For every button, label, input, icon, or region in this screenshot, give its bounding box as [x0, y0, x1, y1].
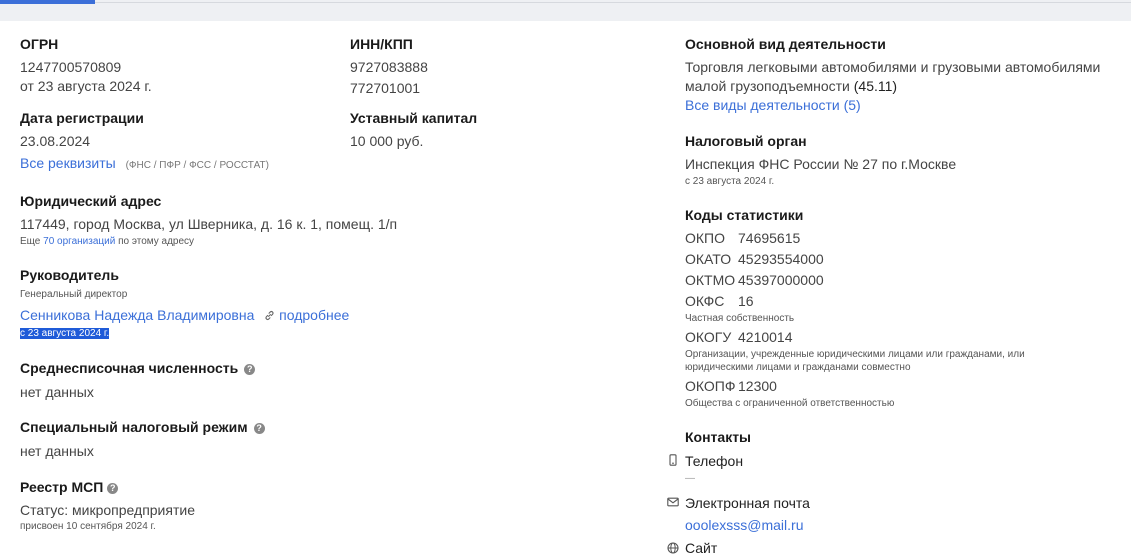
tax-office-since: с 23 августа 2024 г.	[685, 176, 775, 187]
capital-value: 10 000 руб.	[350, 133, 424, 149]
okogu-label: ОКОГУ	[685, 329, 732, 345]
okato-row: ОКАТО 45293554000	[685, 251, 824, 267]
help-icon[interactable]: ?	[244, 364, 256, 375]
active-tab-indicator	[0, 0, 95, 4]
tax-regime-title: Специальный налоговый режим?	[20, 419, 265, 435]
okopf-note: Общества с ограниченной ответственностью	[685, 398, 895, 409]
site-label: Сайт	[685, 540, 718, 556]
requisites-sources: (ФНС / ПФР / ФСС / РОССТАТ)	[125, 160, 269, 171]
phone-value: —	[685, 473, 695, 484]
okfs-value: 16	[738, 293, 754, 309]
codes-title: Коды статистики	[685, 207, 804, 223]
mail-icon	[667, 497, 679, 507]
okpo-value: 74695615	[738, 230, 801, 246]
address-value: 117449, город Москва, ул Шверника, д. 16…	[20, 216, 398, 232]
reg-date-value: 23.08.2024	[20, 133, 91, 149]
head-name-link[interactable]: Сенникова Надежда Владимировна	[20, 307, 254, 323]
inn-value: 9727083888	[350, 59, 428, 75]
head-role: Генеральный директор	[20, 289, 128, 300]
ogrn-value: 1247700570809	[20, 59, 122, 75]
okfs-note: Частная собственность	[685, 313, 795, 324]
staff-value: нет данных	[20, 384, 94, 400]
reg-date-title: Дата регистрации	[20, 110, 144, 126]
address-note: Еще 70 организаций по этому адресу	[20, 236, 195, 247]
oktmo-value: 45397000000	[738, 272, 824, 288]
okogu-note-1: Организации, учрежденные юридическими ли…	[685, 349, 1025, 360]
msp-status: Статус: микропредприятие	[20, 502, 195, 518]
okpo-row: ОКПО 74695615	[685, 230, 800, 246]
capital-title: Уставный капитал	[350, 110, 478, 126]
okfs-label: ОКФС	[685, 293, 725, 309]
ogrn-title: ОГРН	[20, 36, 59, 52]
okfs-row: ОКФС 16	[685, 293, 754, 309]
activity-code: (45.11)	[853, 78, 898, 94]
inn-title: ИНН/КПП	[350, 36, 413, 52]
okogu-note-2: юридическими лицами и гражданами совмест…	[685, 362, 911, 373]
okogu-row: ОКОГУ 4210014	[685, 329, 793, 345]
okato-value: 45293554000	[738, 251, 824, 267]
tax-office-title: Налоговый орган	[685, 133, 807, 149]
same-address-orgs-link[interactable]: 70 организаций	[43, 236, 115, 247]
msp-title: Реестр МСП?	[20, 479, 119, 495]
help-icon[interactable]: ?	[107, 483, 119, 494]
requisites-card: ОГРН 1247700570809 от 23 августа 2024 г.…	[0, 21, 1131, 558]
activity-line2: малой грузоподъемности (45.11)	[685, 78, 898, 94]
contacts-title: Контакты	[685, 429, 752, 445]
head-title: Руководитель	[20, 267, 119, 283]
kpp-value: 772701001	[350, 80, 421, 96]
head-since: с 23 августа 2024 г.	[20, 328, 110, 339]
ogrn-date: от 23 августа 2024 г.	[20, 78, 152, 94]
head-more-link[interactable]: подробнее	[264, 307, 349, 323]
all-activities-link[interactable]: Все виды деятельности (5)	[685, 97, 861, 113]
okpo-label: ОКПО	[685, 230, 725, 246]
okogu-value: 4210014	[738, 329, 793, 345]
help-icon[interactable]: ?	[253, 423, 265, 434]
tab-bar	[0, 0, 1131, 20]
tab-divider	[95, 2, 1131, 3]
tax-regime-value: нет данных	[20, 443, 94, 459]
staff-title: Среднесписочная численность?	[20, 360, 256, 376]
msp-note: присвоен 10 сентября 2024 г.	[20, 521, 156, 532]
all-requisites-link[interactable]: Все реквизиты	[20, 155, 116, 171]
oktmo-row: ОКТМО 45397000000	[685, 272, 824, 288]
email-link[interactable]: ooolexsss@mail.ru	[685, 517, 803, 533]
oktmo-label: ОКТМО	[685, 272, 736, 288]
link-icon	[265, 311, 274, 320]
okopf-row: ОКОПФ 12300	[685, 378, 777, 394]
phone-label: Телефон	[685, 453, 744, 469]
activity-line1: Торговля легковыми автомобилями и грузов…	[685, 59, 1101, 75]
phone-icon	[669, 454, 677, 466]
activity-title: Основной вид деятельности	[685, 36, 886, 52]
tax-office-value: Инспекция ФНС России № 27 по г.Москве	[685, 156, 957, 172]
address-title: Юридический адрес	[20, 193, 162, 209]
email-label: Электронная почта	[685, 495, 810, 511]
globe-icon	[667, 542, 679, 554]
okopf-label: ОКОПФ	[685, 378, 736, 394]
okopf-value: 12300	[738, 378, 777, 394]
okato-label: ОКАТО	[685, 251, 732, 267]
